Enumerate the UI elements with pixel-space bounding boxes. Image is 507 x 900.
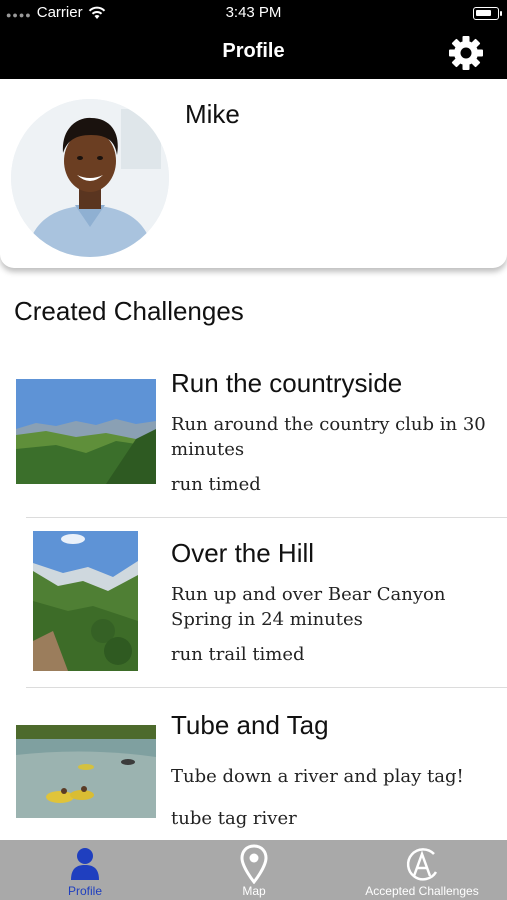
landscape-image <box>16 379 156 484</box>
avatar-photo <box>11 99 169 257</box>
page-title: Profile <box>222 40 285 62</box>
tab-label: Accepted Challenges <box>365 884 479 898</box>
map-pin-icon <box>240 844 268 884</box>
status-bar: ●●●● Carrier 3:43 PM <box>0 0 507 26</box>
accepted-challenges-icon <box>406 848 438 881</box>
challenge-title: Tube and Tag <box>171 710 329 740</box>
challenge-title: Run the countryside <box>171 368 403 398</box>
list-item[interactable]: Tube and Tag Tube down a river and play … <box>0 688 507 840</box>
tab-label: Map <box>242 884 266 898</box>
challenge-thumbnail <box>33 531 138 671</box>
list-item[interactable]: Run the countryside Run around the count… <box>0 360 507 517</box>
tab-bar: Profile Map Accepted Challenges <box>0 840 507 900</box>
tab-profile[interactable]: Profile <box>25 840 145 900</box>
list-item[interactable]: Over the Hill Run up and over Bear Canyo… <box>0 518 507 687</box>
challenge-description: Tube down a river and play tag! <box>171 766 464 787</box>
trail-image <box>33 531 138 671</box>
challenge-title: Over the Hill <box>171 538 315 568</box>
section-title: Created Challenges <box>14 296 244 326</box>
app-screen: ●●●● Carrier 3:43 PM Profile Mike Create… <box>0 0 507 900</box>
challenge-tags: run trail timed <box>171 644 305 665</box>
avatar[interactable] <box>11 99 169 257</box>
settings-button[interactable] <box>447 34 485 72</box>
challenge-tags: run timed <box>171 474 261 495</box>
profile-card: Mike <box>0 79 507 268</box>
challenge-tags: tube tag river <box>171 808 297 829</box>
challenge-description: Run up and over Bear Canyon Spring in 24… <box>171 584 446 630</box>
river-image <box>16 725 156 818</box>
profile-name: Mike <box>185 99 240 129</box>
person-icon <box>71 848 99 880</box>
tab-label: Profile <box>67 884 102 898</box>
navigation-bar: Profile <box>0 26 507 79</box>
battery-icon <box>473 7 502 20</box>
challenge-description: Run around the country club in 30 minute… <box>171 414 486 460</box>
challenge-thumbnail <box>16 725 156 818</box>
gear-icon <box>449 36 483 70</box>
tab-accepted-challenges[interactable]: Accepted Challenges <box>352 840 492 900</box>
challenge-thumbnail <box>16 379 156 484</box>
tab-map[interactable]: Map <box>194 840 314 900</box>
battery-fill <box>476 10 492 16</box>
status-time: 3:43 PM <box>225 4 282 21</box>
